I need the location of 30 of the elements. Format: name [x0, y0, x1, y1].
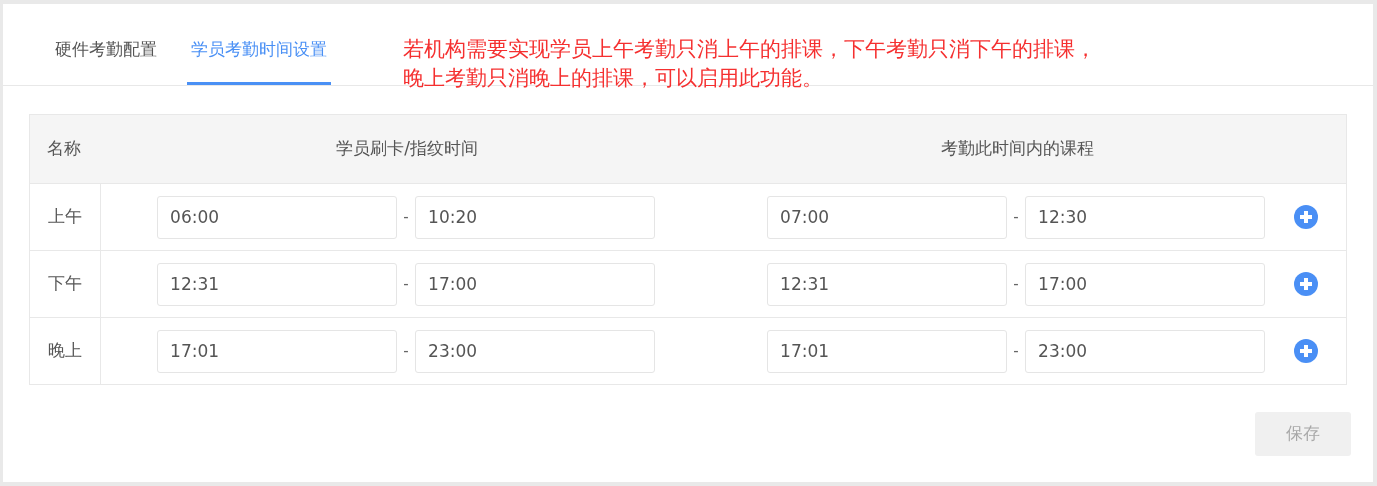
row-name: 晚上 [48, 339, 83, 363]
add-icon[interactable] [1293, 205, 1318, 229]
dash-separator: - [1013, 340, 1019, 362]
column-header: 考勤此时间内的课程 [940, 138, 1094, 159]
dash-separator: - [403, 340, 409, 362]
dash-separator: - [403, 206, 409, 228]
add-icon[interactable] [1293, 272, 1318, 296]
time-field[interactable]: 23:00 [415, 329, 656, 373]
time-field[interactable]: 12:30 [1025, 195, 1266, 239]
time-field[interactable]: 10:20 [415, 195, 656, 239]
time-field[interactable]: 17:00 [415, 262, 656, 306]
time-field[interactable]: 17:01 [157, 329, 398, 373]
tab[interactable]: 硬件考勤配置 [51, 4, 161, 85]
dash-separator: - [1013, 273, 1019, 295]
time-field[interactable]: 17:00 [1025, 262, 1266, 306]
add-icon[interactable] [1293, 339, 1318, 363]
time-field[interactable]: 17:01 [767, 329, 1008, 373]
dash-separator: - [403, 273, 409, 295]
note-text: 若机构需要实现学员上午考勤只消上午的排课，下午考勤只消下午的排课， [403, 36, 1096, 63]
time-field[interactable]: 23:00 [1025, 329, 1266, 373]
note-text: 晚上考勤只消晚上的排课，可以启用此功能。 [403, 65, 824, 92]
time-field[interactable]: 07:00 [767, 195, 1008, 239]
row-name: 下午 [48, 272, 83, 296]
dash-separator: - [1013, 206, 1019, 228]
time-field[interactable]: 12:31 [157, 262, 398, 306]
time-field[interactable]: 12:31 [767, 262, 1008, 306]
time-field[interactable]: 06:00 [157, 195, 398, 239]
column-header: 学员刷卡/指纹时间 [336, 138, 478, 159]
row-name: 上午 [48, 205, 83, 229]
column-header: 名称 [47, 138, 81, 159]
